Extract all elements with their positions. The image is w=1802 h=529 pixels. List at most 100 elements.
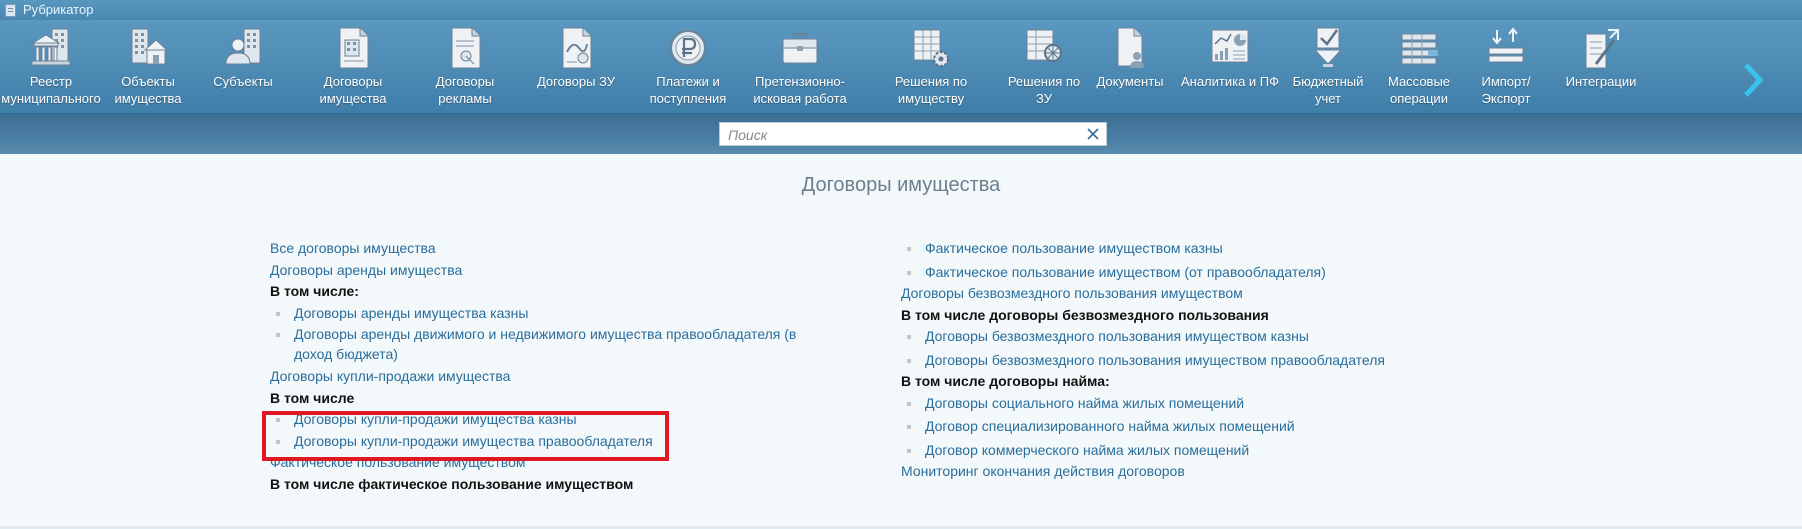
contract-building-icon: [339, 27, 369, 69]
briefcase-icon: [782, 33, 818, 64]
highlight-box: [262, 411, 669, 461]
ribbon-item-integrations[interactable]: Интеграции: [1556, 20, 1646, 113]
document-pen-icon: [1585, 29, 1619, 69]
bullet-icon: [276, 333, 280, 337]
document-user-icon: [1117, 27, 1144, 68]
link-lease-contracts[interactable]: Договоры аренды имущества: [270, 262, 462, 278]
list-item: Фактическое пользование имуществом казны: [901, 238, 1521, 260]
section-header: В том числе:: [270, 283, 359, 299]
ribbon-item-registry[interactable]: Реестр муниципального имущества: [0, 20, 102, 113]
bullet-icon: [907, 247, 911, 251]
person-building-icon: [225, 28, 261, 65]
ribbon-item-property-contracts[interactable]: Договоры имущества: [306, 20, 400, 113]
table-rows-icon: [1401, 33, 1438, 65]
bullet-icon: [907, 401, 911, 406]
ribbon-label: Бюджетный учет: [1292, 74, 1364, 106]
link-free-use-treasury[interactable]: Договоры безвозмездного пользования имущ…: [925, 328, 1309, 344]
ribbon-label: Документы: [1096, 74, 1164, 89]
analytics-icon: [1211, 29, 1249, 63]
list-item: Договоры купли-продажи имущества: [270, 366, 890, 388]
ribbon-label: Аналитика и ПФ: [1180, 74, 1280, 89]
section-header: В том числе фактическое пользование имущ…: [270, 475, 634, 492]
search-input[interactable]: [726, 125, 1070, 145]
search-box: [719, 122, 1107, 146]
bullet-icon: [907, 270, 911, 275]
ribbon-item-import-export[interactable]: Импорт/ Экспорт: [1468, 20, 1544, 113]
list-item: Фактическое пользование имуществом (от п…: [901, 262, 1521, 284]
main-ribbon: Реестр муниципального имущества Объекты …: [0, 20, 1802, 114]
ribbon-label: Объекты имущества: [114, 74, 182, 106]
list-item: Договоры аренды имущества казны: [270, 303, 890, 325]
contract-land-icon: [562, 27, 592, 69]
ribbon-item-budget[interactable]: Бюджетный учет: [1288, 20, 1368, 113]
buildings-house-icon: [131, 28, 169, 65]
ribbon-label: Договоры рекламы: [435, 74, 495, 106]
bullet-icon: [907, 358, 911, 363]
ribbon-label: Решения по имуществу: [894, 74, 968, 106]
bullet-icon: [276, 311, 280, 316]
ribbon-item-objects[interactable]: Объекты имущества: [108, 20, 188, 113]
link-lease-treasury[interactable]: Договоры аренды имущества казны: [294, 305, 528, 321]
link-actual-use-treasury[interactable]: Фактическое пользование имуществом казны: [925, 240, 1223, 256]
list-item: Мониторинг окончания действия договоров: [901, 461, 1521, 483]
link-free-use-rightholder[interactable]: Договоры безвозмездного пользования имущ…: [925, 352, 1385, 368]
list-item: Договоры безвозмездного пользования имущ…: [901, 326, 1521, 348]
window-titlebar: Рубрикатор: [0, 0, 1802, 20]
clear-search-icon[interactable]: [1086, 127, 1100, 141]
bullet-icon: [907, 448, 911, 453]
ribbon-label: Договоры имущества: [319, 74, 387, 106]
bullet-icon: [907, 425, 911, 429]
ribbon-item-bulk-operations[interactable]: Массовые операции: [1378, 20, 1460, 113]
import-export-icon: [1488, 27, 1524, 63]
ribbon-label: Договоры ЗУ: [536, 74, 615, 89]
grid-gear-icon: [913, 29, 949, 67]
ribbon-label: Импорт/ Экспорт: [1481, 74, 1531, 106]
link-special-rent[interactable]: Договор специализированного найма жилых …: [925, 418, 1295, 434]
link-contract-expiry-monitoring[interactable]: Мониторинг окончания действия договоров: [901, 463, 1185, 479]
list-item: Договоры аренды имущества: [270, 260, 890, 282]
section-header: В том числе договоры найма:: [901, 373, 1110, 389]
list-item: Договоры аренды движимого и недвижимого …: [270, 324, 834, 366]
ribbon-label: Претензионно-исковая работа: [753, 74, 847, 106]
building-columns-icon: [31, 28, 71, 66]
ruble-coin-icon: [670, 30, 706, 66]
link-free-use[interactable]: Договоры безвозмездного пользования имущ…: [901, 285, 1243, 301]
ribbon-label: Реестр муниципального имущества: [1, 74, 101, 113]
ribbon-next-arrow-icon[interactable]: [1742, 62, 1764, 98]
ribbon-label: Интеграции: [1565, 74, 1637, 89]
ribbon-item-payments[interactable]: Платежи и поступления: [642, 20, 734, 113]
section-header: В том числе: [270, 389, 355, 406]
contract-ad-icon: [451, 27, 481, 69]
bullet-icon: [907, 335, 911, 339]
link-commercial-rent[interactable]: Договор коммерческого найма жилых помеще…: [925, 442, 1249, 458]
search-bar: [0, 114, 1802, 154]
link-social-rent[interactable]: Договоры социального найма жилых помещен…: [925, 395, 1244, 411]
list-item: Все договоры имущества: [270, 238, 890, 260]
grid-wheel-icon: [1026, 29, 1062, 62]
list-item: Договоры социального найма жилых помещен…: [901, 393, 1521, 415]
rubricator-icon: [5, 4, 16, 17]
link-lease-rightholder[interactable]: Договоры аренды движимого и недвижимого …: [294, 326, 796, 362]
ribbon-label: Субъекты: [213, 74, 273, 89]
list-item: Договоры безвозмездного пользования имущ…: [901, 350, 1521, 372]
link-sale-contracts[interactable]: Договоры купли-продажи имущества: [270, 368, 510, 384]
ribbon-item-analytics[interactable]: Аналитика и ПФ: [1176, 20, 1284, 113]
ribbon-item-ad-contracts[interactable]: Договоры рекламы: [420, 20, 510, 113]
window-title: Рубрикатор: [23, 2, 94, 17]
ribbon-item-land-decisions[interactable]: Решения по ЗУ: [1004, 20, 1084, 113]
ribbon-item-documents[interactable]: Документы: [1090, 20, 1170, 113]
section-header: В том числе договоры безвозмездного поль…: [901, 306, 1269, 323]
link-actual-use-rightholder[interactable]: Фактическое пользование имуществом (от п…: [925, 264, 1326, 280]
list-item: Договор специализированного найма жилых …: [901, 416, 1521, 438]
right-column: Фактическое пользование имуществом казны…: [901, 238, 1521, 483]
ribbon-label: Массовые операции: [1387, 74, 1451, 106]
ribbon-item-property-decisions[interactable]: Решения по имуществу: [880, 20, 982, 113]
link-all-contracts[interactable]: Все договоры имущества: [270, 240, 436, 256]
ribbon-item-land-contracts[interactable]: Договоры ЗУ: [530, 20, 622, 113]
checkbox-arrow-icon: [1313, 27, 1343, 67]
page-title: Договоры имущества: [801, 174, 1001, 196]
ribbon-item-claims[interactable]: Претензионно-исковая работа: [742, 20, 858, 113]
ribbon-item-subjects[interactable]: Субъекты: [200, 20, 286, 113]
main-content: Договоры имущества Все договоры имуществ…: [0, 154, 1802, 529]
ribbon-label: Платежи и поступления: [649, 74, 727, 106]
